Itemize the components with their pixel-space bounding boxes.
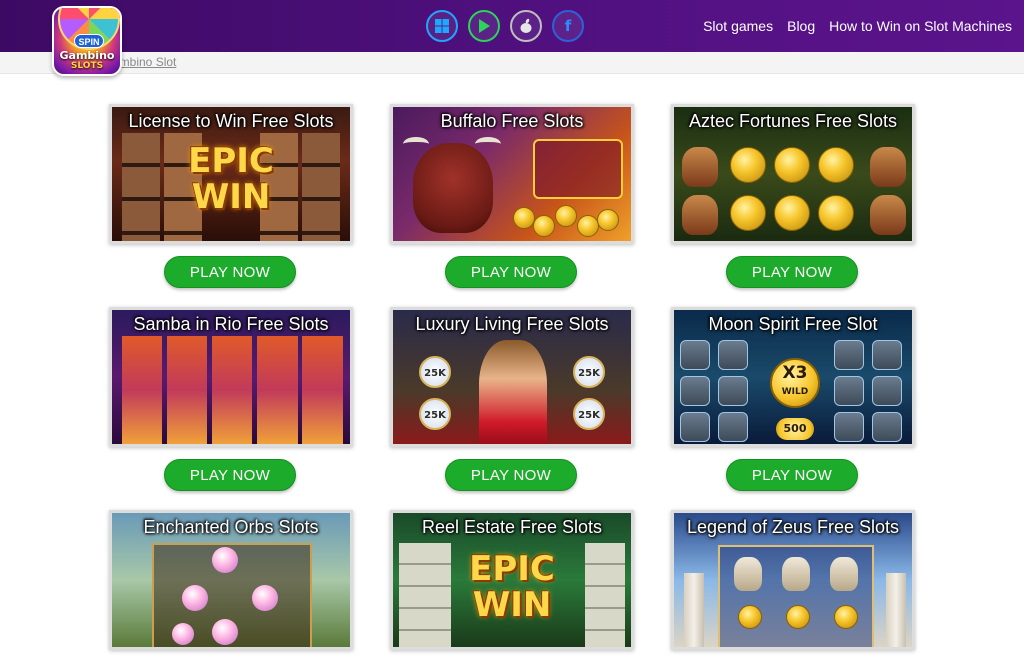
art-multiplier-text: X3 (782, 363, 808, 383)
game-tile-aztec-fortunes: Aztec Fortunes Free Slots PLAY NOW (671, 104, 915, 288)
play-now-button[interactable]: PLAY NOW (445, 256, 577, 288)
nav-slot-games[interactable]: Slot games (703, 18, 773, 34)
game-tile-license-to-win: EPIC WIN License to Win Free Slots PLAY … (109, 104, 353, 288)
facebook-icon[interactable]: f (552, 10, 584, 42)
game-title: Enchanted Orbs Slots (143, 517, 319, 537)
gambino-slots-logo[interactable]: SPIN Gambino SLOTS (52, 6, 122, 76)
art-text-win: WIN (191, 177, 271, 217)
apple-logo-glyph (520, 18, 532, 33)
apple-icon[interactable] (510, 10, 542, 42)
site-header: f Slot games Blog How to Win on Slot Mac… (0, 0, 1024, 52)
game-thumbnail[interactable]: EPIC WIN License to Win Free Slots (109, 104, 353, 244)
play-now-button[interactable]: PLAY NOW (164, 459, 296, 491)
play-now-button[interactable]: PLAY NOW (726, 459, 858, 491)
art-text-epic: EPIC (469, 549, 555, 589)
game-tile-buffalo: Buffalo Free Slots PLAY NOW (390, 104, 634, 288)
play-now-button[interactable]: PLAY NOW (445, 459, 577, 491)
game-tile-reel-estate: EPIC WIN Reel Estate Free Slots (390, 510, 634, 650)
main-nav: Slot games Blog How to Win on Slot Machi… (703, 0, 1012, 52)
game-thumbnail[interactable]: Legend of Zeus Free Slots (671, 510, 915, 650)
logo-spin-label: SPIN (74, 34, 104, 48)
nav-how-to-win[interactable]: How to Win on Slot Machines (829, 18, 1012, 34)
logo-brand-line2: SLOTS (70, 61, 104, 71)
art-bonus-text: 500 (776, 418, 814, 440)
play-now-button[interactable]: PLAY NOW (164, 256, 296, 288)
breadcrumb-bar: ambino Slot (0, 52, 1024, 74)
art-badge-25k: 25K (573, 398, 605, 430)
play-triangle-glyph (479, 19, 490, 33)
art-text-win: WIN (472, 585, 552, 625)
game-title: Luxury Living Free Slots (415, 314, 609, 334)
game-tile-legend-of-zeus: Legend of Zeus Free Slots (671, 510, 915, 650)
game-title: Buffalo Free Slots (440, 111, 584, 131)
art-text-epic: EPIC (188, 141, 274, 181)
game-tile-enchanted-orbs: Enchanted Orbs Slots (109, 510, 353, 650)
game-title: Legend of Zeus Free Slots (686, 517, 900, 537)
game-title: Reel Estate Free Slots (421, 517, 603, 537)
game-thumbnail[interactable]: 25K 25K 25K 25K Luxury Living Free Slots (390, 307, 634, 447)
art-badge-25k: 25K (419, 398, 451, 430)
play-now-button[interactable]: PLAY NOW (726, 256, 858, 288)
game-tile-luxury-living: 25K 25K 25K 25K Luxury Living Free Slots… (390, 307, 634, 491)
game-tile-moon-spirit: X3 WILD 500 Moon Spirit Free Slot PLAY N… (671, 307, 915, 491)
game-thumbnail[interactable]: X3 WILD 500 Moon Spirit Free Slot (671, 307, 915, 447)
game-title: Aztec Fortunes Free Slots (688, 111, 898, 131)
store-icons: f (426, 10, 584, 42)
nav-blog[interactable]: Blog (787, 18, 815, 34)
windows-icon[interactable] (426, 10, 458, 42)
breadcrumb-link[interactable]: ambino Slot (113, 55, 176, 69)
game-thumbnail[interactable]: Enchanted Orbs Slots (109, 510, 353, 650)
game-thumbnail[interactable]: Buffalo Free Slots (390, 104, 634, 244)
game-thumbnail[interactable]: Aztec Fortunes Free Slots (671, 104, 915, 244)
facebook-glyph: f (564, 17, 572, 35)
art-badge-25k: 25K (419, 356, 451, 388)
game-title: Samba in Rio Free Slots (133, 314, 329, 334)
game-tile-samba-in-rio: Samba in Rio Free Slots PLAY NOW (109, 307, 353, 491)
windows-logo-glyph (435, 19, 449, 33)
game-title: License to Win Free Slots (128, 111, 334, 131)
google-play-icon[interactable] (468, 10, 500, 42)
game-thumbnail[interactable]: EPIC WIN Reel Estate Free Slots (390, 510, 634, 650)
art-badge-25k: 25K (573, 356, 605, 388)
game-thumbnail[interactable]: Samba in Rio Free Slots (109, 307, 353, 447)
game-title: Moon Spirit Free Slot (708, 314, 878, 334)
art-wild-text: WILD (781, 387, 809, 397)
